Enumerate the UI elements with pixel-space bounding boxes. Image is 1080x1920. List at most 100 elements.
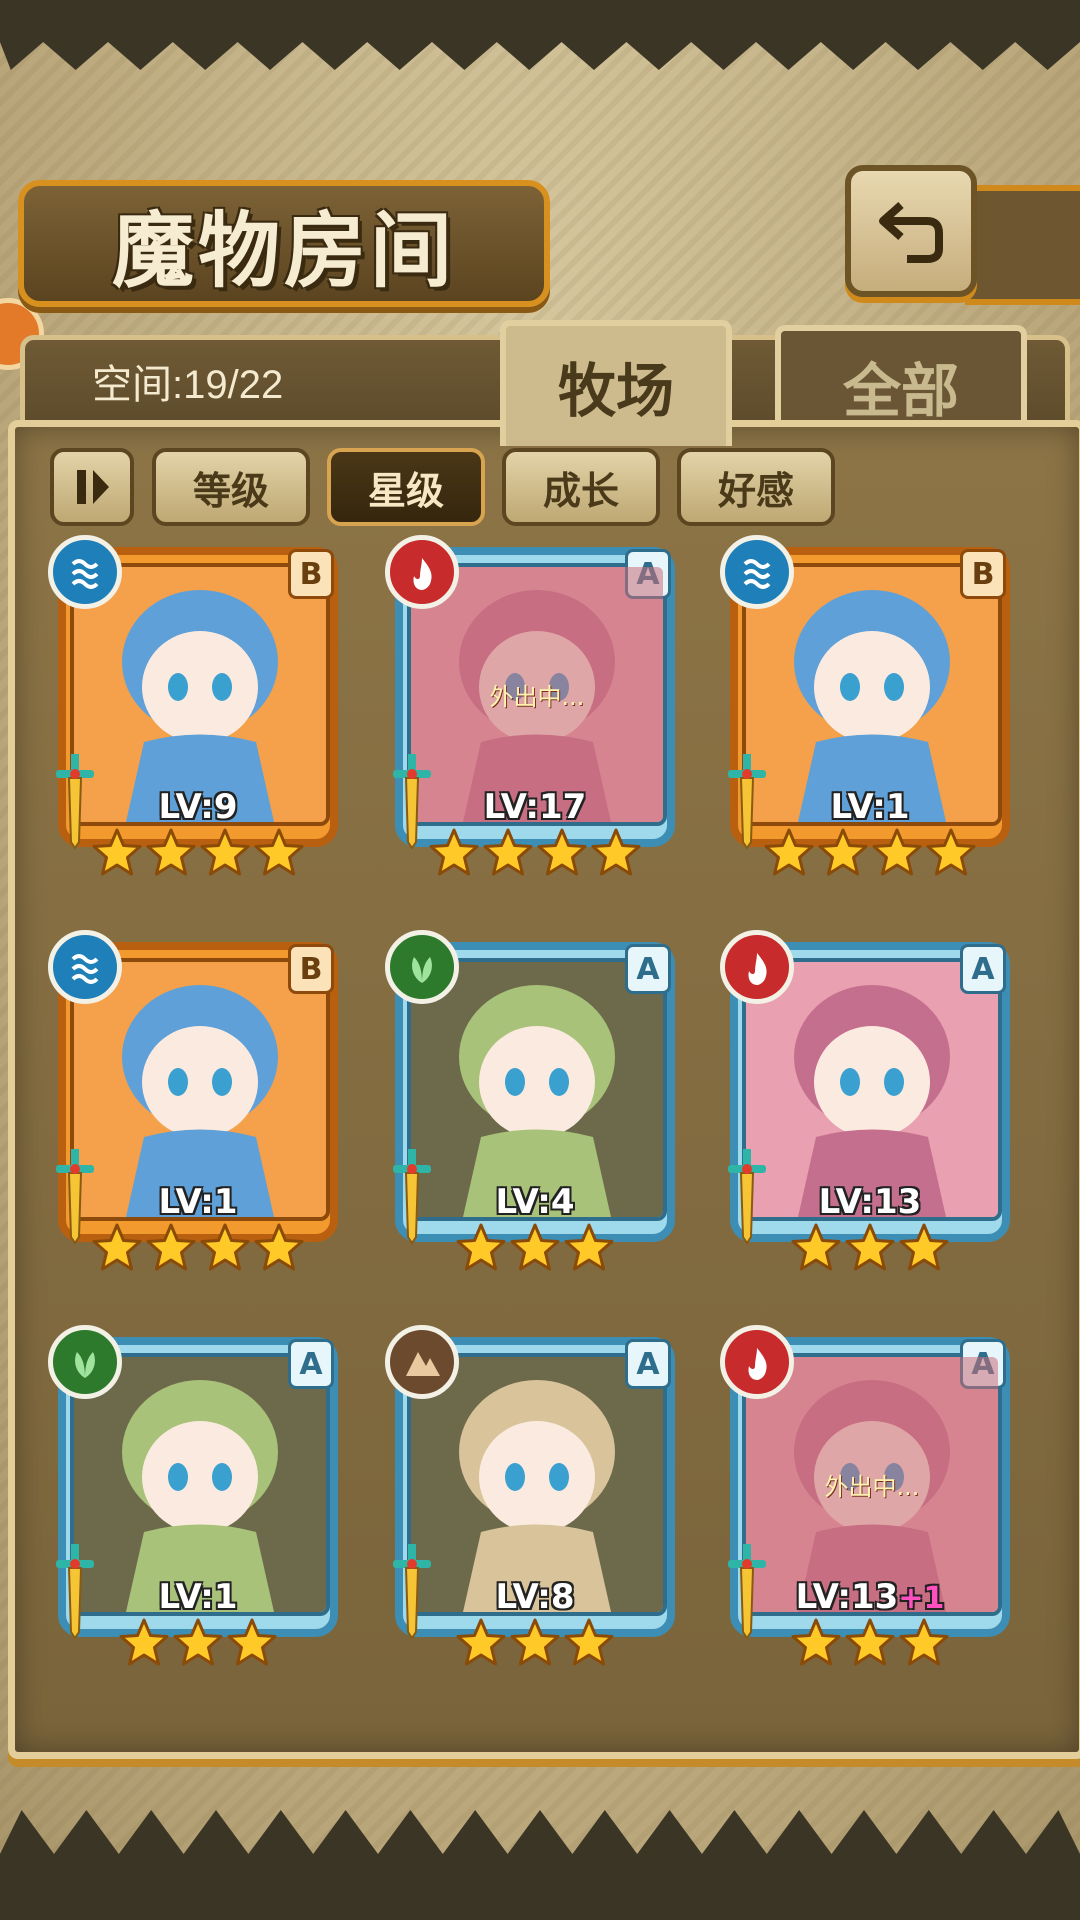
star-icon bbox=[845, 1223, 895, 1271]
monster-card[interactable]: 外出中... A LV:13+1 bbox=[720, 1325, 1020, 1670]
water-element-icon bbox=[720, 535, 794, 609]
back-button[interactable] bbox=[845, 165, 977, 297]
fire-element-icon bbox=[720, 930, 794, 1004]
away-status: 外出中... bbox=[489, 683, 585, 711]
star-icon bbox=[899, 1223, 949, 1271]
wood-element-icon bbox=[385, 930, 459, 1004]
monster-portrait bbox=[74, 962, 326, 1217]
star-rating bbox=[385, 827, 685, 879]
fire-element-icon bbox=[720, 1325, 794, 1399]
monster-card[interactable]: A LV:13 bbox=[720, 930, 1020, 1275]
star-icon bbox=[254, 828, 304, 876]
monster-level: LV:1 bbox=[48, 1182, 348, 1222]
star-rating bbox=[720, 1222, 1020, 1274]
monster-level: LV:8 bbox=[385, 1577, 685, 1617]
monster-card[interactable]: A LV:1 bbox=[48, 1325, 348, 1670]
star-rating bbox=[720, 1617, 1020, 1669]
page-title: 魔物房间 bbox=[111, 203, 456, 299]
pause-bars-icon bbox=[77, 470, 109, 504]
monster-card[interactable]: B LV:9 bbox=[48, 535, 348, 880]
star-icon bbox=[456, 1223, 506, 1271]
level-text: LV:17 bbox=[483, 787, 587, 827]
sort-order-toggle[interactable] bbox=[50, 448, 134, 526]
monster-level: LV:4 bbox=[385, 1182, 685, 1222]
level-text: LV:4 bbox=[495, 1182, 575, 1222]
level-text: LV:1 bbox=[830, 787, 910, 827]
star-icon bbox=[456, 1618, 506, 1666]
star-icon bbox=[764, 828, 814, 876]
title-banner: 魔物房间 bbox=[18, 180, 550, 307]
star-icon bbox=[591, 828, 641, 876]
monster-portrait bbox=[411, 1357, 663, 1612]
sort-growth-button[interactable]: 成长 bbox=[502, 448, 660, 526]
star-icon bbox=[146, 828, 196, 876]
monster-card[interactable]: A LV:8 bbox=[385, 1325, 685, 1670]
monster-portrait bbox=[74, 1357, 326, 1612]
monster-level: LV:13+1 bbox=[720, 1577, 1020, 1617]
water-element-icon bbox=[48, 930, 122, 1004]
star-icon bbox=[254, 1223, 304, 1271]
star-icon bbox=[564, 1618, 614, 1666]
monster-level: LV:1 bbox=[720, 787, 1020, 827]
back-rail bbox=[965, 185, 1080, 305]
tab-pasture[interactable]: 牧场 bbox=[500, 320, 732, 446]
monster-card[interactable]: B LV:1 bbox=[48, 930, 348, 1275]
star-icon bbox=[537, 828, 587, 876]
star-rating bbox=[385, 1617, 685, 1669]
monster-portrait bbox=[74, 567, 326, 822]
star-icon bbox=[119, 1618, 169, 1666]
star-icon bbox=[926, 828, 976, 876]
star-icon bbox=[146, 1223, 196, 1271]
rank-badge: B bbox=[960, 549, 1006, 599]
water-element-icon bbox=[48, 535, 122, 609]
star-icon bbox=[845, 1618, 895, 1666]
star-rating bbox=[385, 1222, 685, 1274]
star-rating bbox=[720, 827, 1020, 879]
level-text: LV:13 bbox=[795, 1577, 899, 1617]
level-text: LV:1 bbox=[158, 1577, 238, 1617]
away-status: 外出中... bbox=[824, 1473, 920, 1501]
monster-level: LV:17 bbox=[385, 787, 685, 827]
star-icon bbox=[791, 1618, 841, 1666]
star-icon bbox=[791, 1223, 841, 1271]
sort-affection-button[interactable]: 好感 bbox=[677, 448, 835, 526]
star-icon bbox=[92, 828, 142, 876]
level-text: LV:9 bbox=[158, 787, 238, 827]
monster-portrait bbox=[411, 962, 663, 1217]
star-icon bbox=[872, 828, 922, 876]
star-icon bbox=[200, 1223, 250, 1271]
space-capacity: 空间:19/22 bbox=[92, 363, 284, 407]
level-text: LV:8 bbox=[495, 1577, 575, 1617]
monster-card[interactable]: B LV:1 bbox=[720, 535, 1020, 880]
rank-badge: B bbox=[288, 549, 334, 599]
star-icon bbox=[510, 1223, 560, 1271]
monster-portrait bbox=[746, 962, 998, 1217]
wood-element-icon bbox=[48, 1325, 122, 1399]
star-icon bbox=[92, 1223, 142, 1271]
star-icon bbox=[564, 1223, 614, 1271]
earth-element-icon bbox=[385, 1325, 459, 1399]
monster-portrait bbox=[746, 567, 998, 822]
star-icon bbox=[429, 828, 479, 876]
rank-badge: A bbox=[960, 944, 1006, 994]
monster-level: LV:1 bbox=[48, 1577, 348, 1617]
level-bonus: +1 bbox=[898, 1581, 945, 1616]
star-icon bbox=[483, 828, 533, 876]
monster-card[interactable]: 外出中... A LV:17 bbox=[385, 535, 685, 880]
star-rating bbox=[48, 1617, 348, 1669]
star-icon bbox=[173, 1618, 223, 1666]
monster-level: LV:13 bbox=[720, 1182, 1020, 1222]
fire-element-icon bbox=[385, 535, 459, 609]
star-icon bbox=[899, 1618, 949, 1666]
monster-card[interactable]: A LV:4 bbox=[385, 930, 685, 1275]
sort-level-button[interactable]: 等级 bbox=[152, 448, 310, 526]
sort-star-button[interactable]: 星级 bbox=[327, 448, 485, 526]
rank-badge: B bbox=[288, 944, 334, 994]
monster-level: LV:9 bbox=[48, 787, 348, 827]
star-icon bbox=[510, 1618, 560, 1666]
star-icon bbox=[200, 828, 250, 876]
star-rating bbox=[48, 827, 348, 879]
star-rating bbox=[48, 1222, 348, 1274]
rank-badge: A bbox=[625, 1339, 671, 1389]
level-text: LV:13 bbox=[818, 1182, 922, 1222]
